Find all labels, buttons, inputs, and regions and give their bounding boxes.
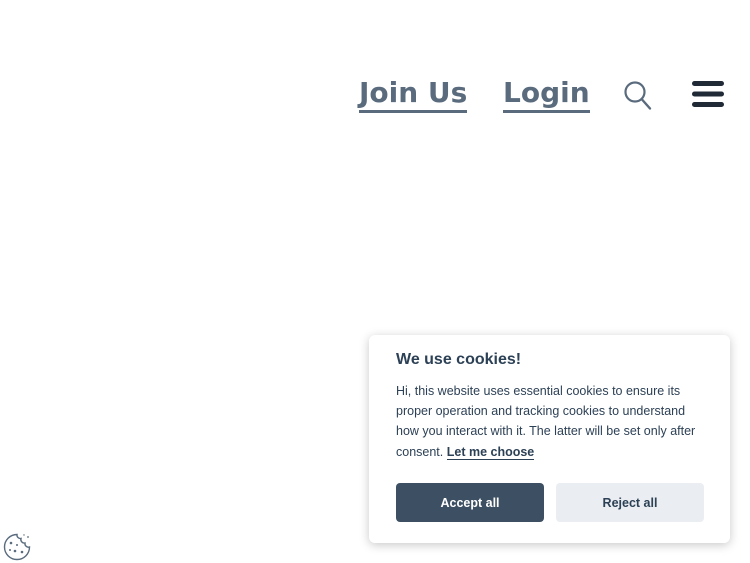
cookie-dialog-title: We use cookies! [396,351,522,368]
cookie-icon [3,533,31,561]
let-me-choose-link[interactable]: Let me choose [446,444,535,460]
cookie-description-text: Hi, this website uses essential cookies … [396,384,696,459]
search-button[interactable] [623,80,653,112]
cookie-settings-button[interactable] [2,532,32,562]
search-icon [624,81,652,110]
reject-all-button[interactable]: Reject all [556,483,704,522]
menu-button[interactable] [691,80,725,108]
accept-all-button[interactable]: Accept all [396,483,544,522]
hamburger-menu-icon [692,81,724,107]
login-link[interactable]: Login [503,76,590,113]
site-header: Join Us Login [0,70,750,120]
join-us-link[interactable]: Join Us [359,76,468,113]
cookie-consent-dialog: We use cookies! Hi, this website uses es… [369,335,730,543]
cookie-dialog-description: Hi, this website uses essential cookies … [396,381,708,462]
